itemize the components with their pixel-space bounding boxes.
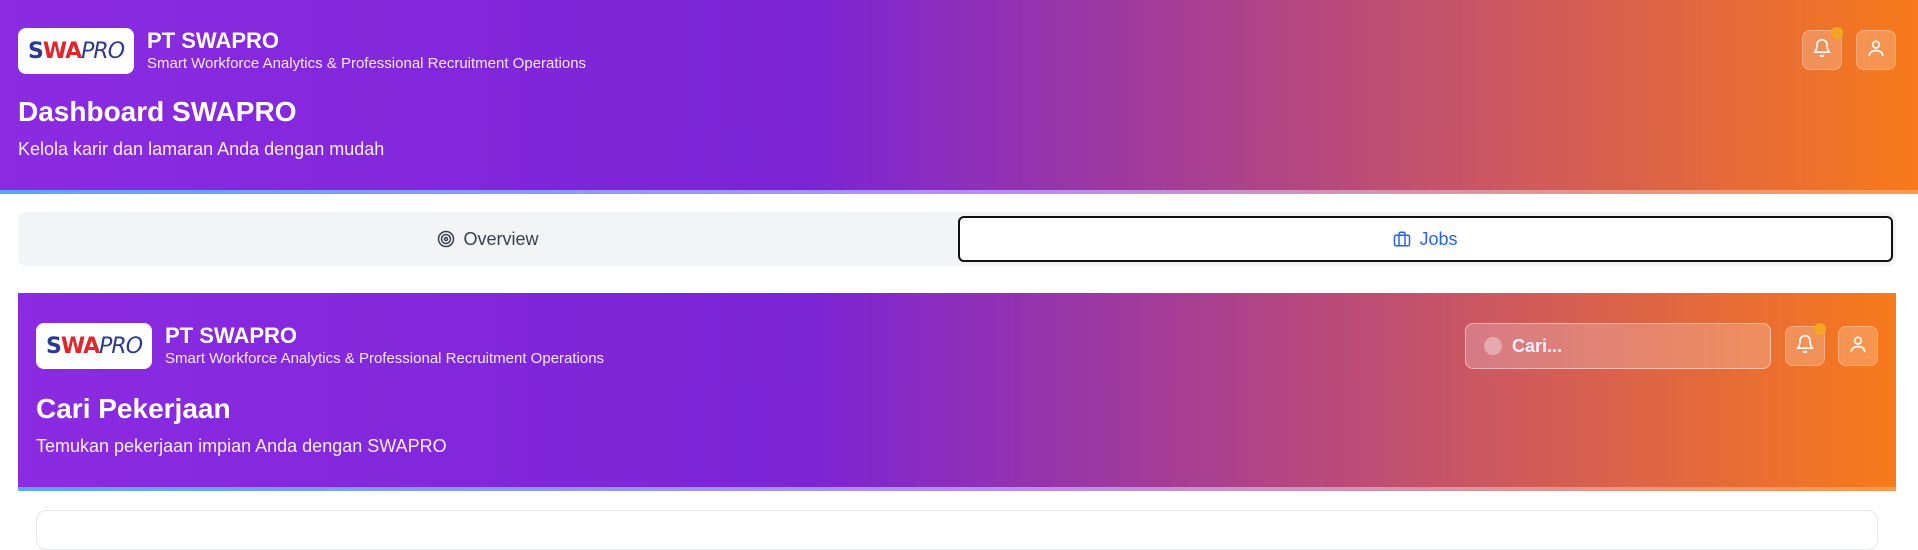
jobs-company-name: PT SWAPRO	[165, 323, 298, 348]
tab-overview-label: Overview	[463, 228, 539, 249]
notification-dot	[1831, 27, 1843, 39]
company-logo[interactable]: S WA PRO	[18, 28, 134, 74]
jobs-company-logo[interactable]: S WA PRO	[36, 323, 152, 369]
job-list-card	[36, 510, 1878, 550]
jobs-notifications-button[interactable]	[1785, 323, 1826, 366]
jobs-brand-text: PT SWAPRO Smart Workforce Analytics & Pr…	[165, 323, 604, 369]
company-name: PT SWAPRO	[147, 28, 280, 53]
jobs-company-tagline: Smart Workforce Analytics & Professional…	[165, 350, 605, 367]
user-icon	[1848, 334, 1868, 359]
page-subtitle: Kelola karir dan lamaran Anda dengan mud…	[18, 139, 385, 159]
jobs-subtitle: Temukan pekerjaan impian Anda dengan SWA…	[36, 436, 447, 456]
tab-bar: Overview Jobs	[18, 212, 1896, 266]
jobs-header: S WA PRO PT SWAPRO Smart Workforce Analyti…	[18, 293, 1896, 491]
tab-jobs[interactable]: Jobs	[958, 216, 1893, 262]
brand: S WA PRO PT SWAPRO Smart Workforce Analyti…	[18, 28, 586, 74]
job-search-input[interactable]	[1512, 335, 1752, 357]
notifications-button[interactable]	[1802, 27, 1843, 70]
brand-text: PT SWAPRO Smart Workforce Analytics & Pr…	[147, 28, 586, 74]
company-tagline: Smart Workforce Analytics & Professional…	[147, 55, 587, 72]
target-icon	[437, 230, 455, 248]
briefcase-icon	[1393, 230, 1411, 248]
tab-jobs-label: Jobs	[1419, 228, 1458, 249]
page-title: Dashboard SWAPRO	[18, 96, 297, 127]
jobs-profile-button[interactable]	[1838, 326, 1878, 366]
bell-icon	[1812, 38, 1832, 63]
notification-dot	[1814, 323, 1826, 335]
profile-button[interactable]	[1856, 30, 1896, 70]
user-icon	[1866, 38, 1886, 63]
search-icon	[1484, 337, 1502, 355]
jobs-brand: S WA PRO PT SWAPRO Smart Workforce Analyti…	[36, 323, 604, 369]
tab-overview[interactable]: Overview	[18, 212, 958, 266]
bell-icon	[1795, 334, 1815, 359]
job-search[interactable]	[1465, 323, 1771, 369]
jobs-title: Cari Pekerjaan	[36, 393, 231, 424]
dashboard-header: S WA PRO PT SWAPRO Smart Workforce Analyti…	[0, 0, 1918, 194]
